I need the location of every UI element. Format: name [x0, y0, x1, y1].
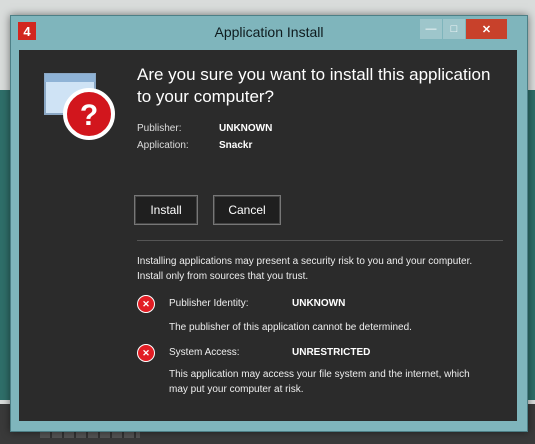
app-meta: Publisher: UNKNOWN Application: Snackr — [137, 120, 272, 154]
publisher-value: UNKNOWN — [219, 123, 273, 134]
publisher-label: Publisher: — [137, 123, 182, 134]
application-value: Snackr — [219, 140, 253, 151]
minimize-button[interactable]: — — [420, 19, 442, 39]
error-icon: ✕ — [137, 295, 155, 313]
system-access-description: This application may access your file sy… — [169, 369, 470, 395]
install-dialog-window: 4 Application Install — □ ✕ ? Are you su… — [10, 15, 528, 432]
application-label: Application: — [137, 140, 189, 151]
dialog-content: ? Are you sure you want to install this … — [19, 50, 517, 421]
maximize-button[interactable]: □ — [443, 19, 465, 39]
install-question-icon: ? — [44, 73, 115, 140]
cancel-button[interactable]: Cancel — [213, 195, 281, 225]
svg-text:?: ? — [80, 99, 98, 132]
system-access-label: System Access: — [169, 347, 240, 358]
error-icon: ✕ — [137, 344, 155, 362]
publisher-identity-label: Publisher Identity: — [169, 298, 249, 309]
install-button[interactable]: Install — [134, 195, 198, 225]
publisher-identity-description: The publisher of this application cannot… — [169, 322, 412, 333]
publisher-identity-value: UNKNOWN — [292, 298, 346, 309]
divider — [137, 240, 503, 241]
title-bar[interactable]: 4 Application Install — □ ✕ — [11, 16, 527, 50]
system-access-value: UNRESTRICTED — [292, 347, 371, 358]
close-button[interactable]: ✕ — [466, 19, 507, 39]
install-question: Are you sure you want to install this ap… — [137, 65, 491, 106]
security-warning: Installing applications may present a se… — [137, 256, 473, 282]
